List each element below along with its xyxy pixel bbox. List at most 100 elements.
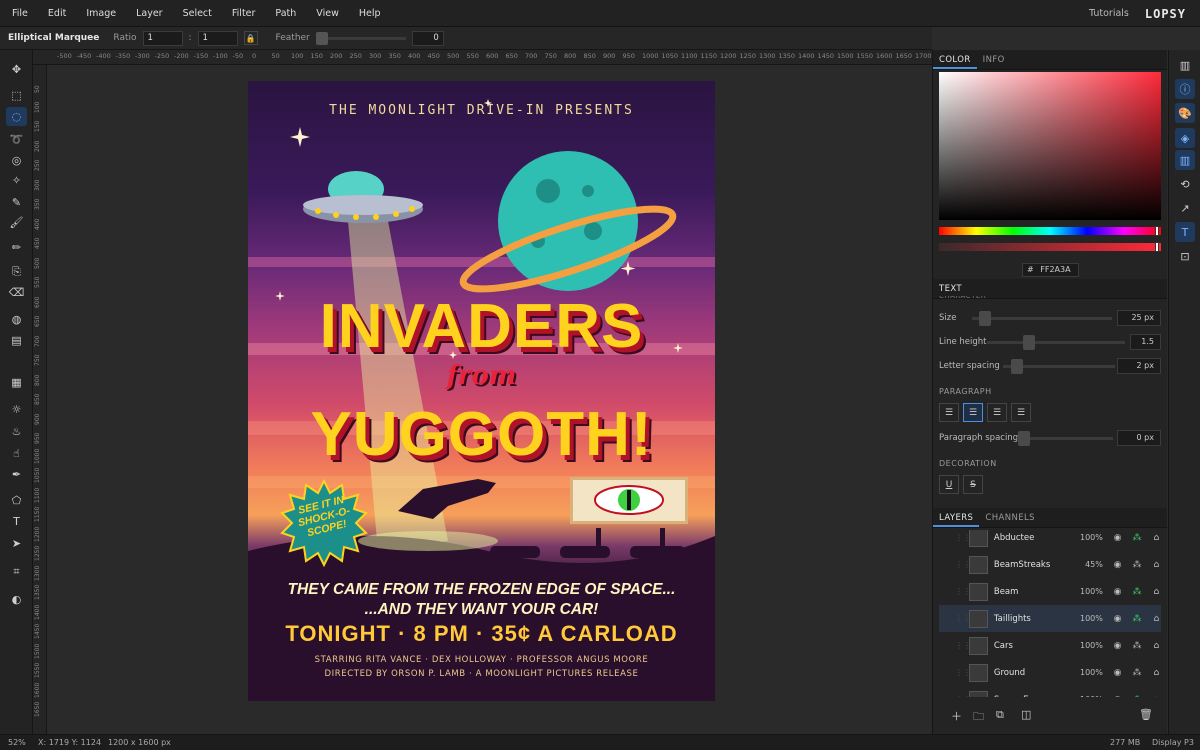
- lasso-tool[interactable]: ➰: [6, 130, 27, 149]
- layer-row[interactable]: ⋮⋮ Cars 100% ◉ ⁂ ⌂: [939, 632, 1161, 659]
- layer-opacity[interactable]: 100%: [1073, 533, 1103, 542]
- quick-select-tool[interactable]: ◎: [6, 151, 27, 170]
- layer-opacity[interactable]: 100%: [1073, 695, 1103, 697]
- eye-icon[interactable]: ◉: [1113, 641, 1122, 651]
- eye-icon[interactable]: ◉: [1113, 695, 1122, 698]
- eye-icon[interactable]: ◉: [1113, 560, 1122, 570]
- drag-handle-icon[interactable]: ⋮⋮: [955, 533, 971, 542]
- menu-layer[interactable]: Layer: [126, 0, 173, 27]
- color-panel-button[interactable]: 🎨: [1175, 103, 1195, 123]
- lock-icon[interactable]: ⌂: [1152, 560, 1161, 570]
- tab-layers[interactable]: LAYERS: [933, 507, 980, 527]
- shape-tool[interactable]: ⬠: [6, 491, 27, 510]
- drag-handle-icon[interactable]: ⋮⋮: [955, 668, 971, 677]
- fill-tool[interactable]: ◍: [6, 310, 27, 329]
- link-icon[interactable]: ⁂: [1132, 695, 1141, 698]
- smudge-tool[interactable]: ☝: [6, 444, 27, 463]
- paragraph-spacing-slider[interactable]: [1017, 437, 1113, 440]
- burn-tool[interactable]: ♨: [6, 422, 27, 441]
- tutorials-link[interactable]: Tutorials: [1089, 8, 1129, 19]
- paths-panel-button[interactable]: ↗: [1175, 198, 1195, 218]
- menu-image[interactable]: Image: [76, 0, 126, 27]
- eraser-tool[interactable]: ⌫: [6, 283, 27, 302]
- size-slider[interactable]: [972, 317, 1112, 320]
- image-panel-button[interactable]: ⊡: [1175, 246, 1195, 266]
- lock-icon[interactable]: ⌂: [1152, 533, 1161, 543]
- canvas-area[interactable]: SEE IT IN SHOCK-O-SCOPE! THE MOONLIGHT D…: [47, 65, 932, 734]
- layer-row[interactable]: ⋮⋮ Beam 100% ◉ ⁂ ⌂: [939, 578, 1161, 605]
- history-panel-button[interactable]: ⟲: [1175, 174, 1195, 194]
- sidebar-toggle-button[interactable]: ▥: [1175, 55, 1195, 75]
- align-justify-button[interactable]: ☰: [1011, 403, 1031, 422]
- duplicate-layer-button[interactable]: ⧉: [996, 708, 1004, 722]
- lock-icon[interactable]: ⌂: [1152, 641, 1161, 651]
- lock-icon[interactable]: ⌂: [1152, 614, 1161, 624]
- menu-view[interactable]: View: [306, 0, 349, 27]
- layer-opacity[interactable]: 100%: [1073, 587, 1103, 596]
- hue-slider-handle[interactable]: [1155, 226, 1159, 236]
- link-icon[interactable]: ⁂: [1132, 641, 1141, 651]
- alpha-slider-handle[interactable]: [1155, 242, 1159, 252]
- clone-tool[interactable]: ⎘: [6, 262, 27, 281]
- align-right-button[interactable]: ☰: [987, 403, 1007, 422]
- layer-row[interactable]: ⋮⋮ Abductee 100% ◉ ⁂ ⌂: [939, 530, 1161, 551]
- layer-row[interactable]: ⋮⋮ BeamStreaks 45% ◉ ⁂ ⌂: [939, 551, 1161, 578]
- layer-opacity[interactable]: 100%: [1073, 641, 1103, 650]
- layer-row[interactable]: ⋮⋮ Ground 100% ◉ ⁂ ⌂: [939, 659, 1161, 686]
- mask-layer-button[interactable]: ◫: [1021, 708, 1031, 721]
- crop-tool[interactable]: ⌗: [6, 562, 27, 581]
- line-height-slider-knob[interactable]: [1023, 335, 1035, 350]
- drag-handle-icon[interactable]: ⋮⋮: [955, 641, 971, 650]
- layer-opacity[interactable]: 45%: [1073, 560, 1103, 569]
- menu-edit[interactable]: Edit: [38, 0, 76, 27]
- lock-icon[interactable]: ⌂: [1152, 668, 1161, 678]
- hex-input[interactable]: # FF2A3A: [1022, 263, 1079, 277]
- layers-panel-button[interactable]: ◈: [1175, 128, 1195, 148]
- layer-row[interactable]: ⋮⋮ Taillights 100% ◉ ⁂ ⌂: [939, 605, 1161, 632]
- magic-wand-tool[interactable]: ✧: [6, 171, 27, 190]
- ratio-lock-button[interactable]: 🔒: [243, 31, 258, 45]
- eye-icon[interactable]: ◉: [1113, 668, 1122, 678]
- pencil-tool[interactable]: ✏: [6, 238, 27, 257]
- brush-tool[interactable]: 🖌: [6, 213, 27, 232]
- menu-file[interactable]: File: [0, 0, 38, 27]
- paragraph-spacing-input[interactable]: 0 px: [1117, 430, 1161, 446]
- letter-spacing-slider-knob[interactable]: [1011, 359, 1023, 374]
- paragraph-spacing-slider-knob[interactable]: [1018, 431, 1030, 446]
- eyedropper-tool[interactable]: ✎: [6, 193, 27, 212]
- layer-row[interactable]: ⋮⋮ ScreenEye 100% ◉ ⁂ ⌂: [939, 686, 1161, 697]
- eye-icon[interactable]: ◉: [1113, 587, 1122, 597]
- link-icon[interactable]: ⁂: [1132, 560, 1141, 570]
- line-height-slider[interactable]: [987, 341, 1125, 344]
- ratio-width-input[interactable]: 1: [142, 30, 183, 46]
- text-tool[interactable]: T: [6, 512, 27, 531]
- add-layer-button[interactable]: ＋: [951, 708, 962, 724]
- menu-filter[interactable]: Filter: [222, 0, 266, 27]
- drag-handle-icon[interactable]: ⋮⋮: [955, 695, 971, 697]
- pen-tool[interactable]: ✒: [6, 465, 27, 484]
- link-icon[interactable]: ⁂: [1132, 587, 1141, 597]
- path-select-tool[interactable]: ➤: [6, 534, 27, 553]
- info-panel-button[interactable]: ⓘ: [1175, 79, 1195, 99]
- link-icon[interactable]: ⁂: [1132, 668, 1141, 678]
- gradient-tool[interactable]: ▤: [6, 331, 27, 350]
- size-input[interactable]: 25 px: [1117, 310, 1161, 326]
- delete-layer-button[interactable]: 🗑: [1139, 708, 1153, 721]
- strikethrough-button[interactable]: S: [963, 475, 983, 494]
- tab-channels[interactable]: CHANNELS: [979, 507, 1041, 527]
- menu-path[interactable]: Path: [265, 0, 306, 27]
- letter-spacing-input[interactable]: 2 px: [1117, 358, 1161, 374]
- new-group-button[interactable]: 🗀: [973, 708, 984, 727]
- pattern-tool[interactable]: ▦: [6, 373, 27, 392]
- menu-select[interactable]: Select: [173, 0, 222, 27]
- drag-handle-icon[interactable]: ⋮⋮: [955, 587, 971, 596]
- underline-button[interactable]: U: [939, 475, 959, 494]
- drag-handle-icon[interactable]: ⋮⋮: [955, 560, 971, 569]
- text-panel-button[interactable]: T: [1175, 222, 1195, 242]
- align-left-button[interactable]: ☰: [939, 403, 959, 422]
- line-height-input[interactable]: 1.5: [1130, 334, 1161, 350]
- menu-help[interactable]: Help: [349, 0, 391, 27]
- tab-info[interactable]: INFO: [977, 49, 1011, 69]
- hue-slider[interactable]: [939, 226, 1161, 236]
- layer-opacity[interactable]: 100%: [1073, 614, 1103, 623]
